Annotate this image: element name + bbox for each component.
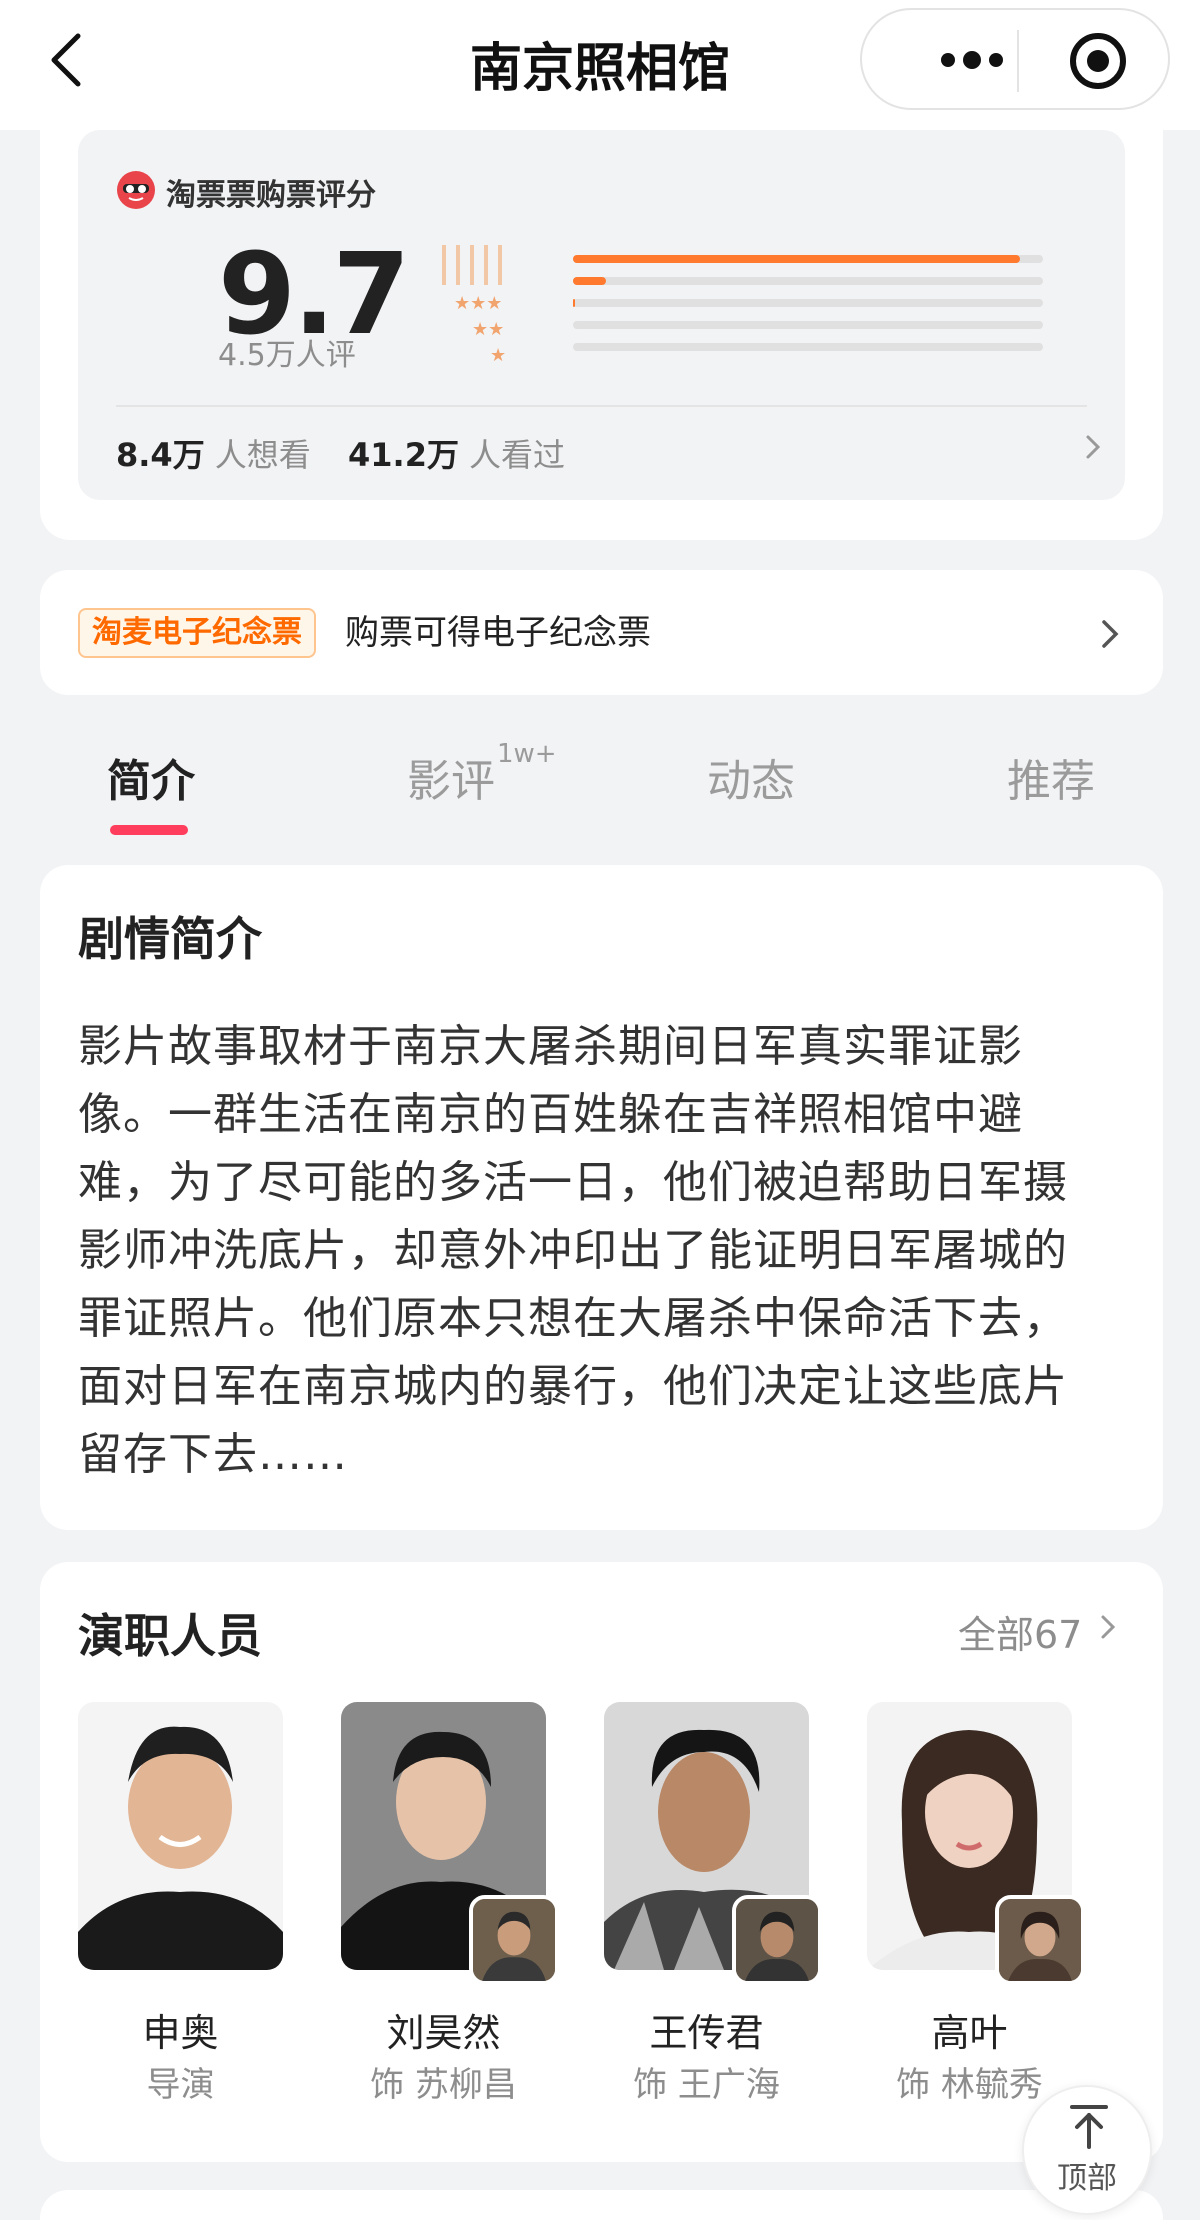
active-tab-indicator [110, 825, 188, 835]
synopsis-line: 影师冲洗底片，却意外冲印出了能证明日军屠城的 [78, 1225, 1068, 1276]
tab-recommend-label: 推荐 [1007, 756, 1095, 807]
rating-bar [573, 277, 1043, 285]
next-section-card [40, 2190, 1163, 2220]
synopsis-line: 像。一群生活在南京的百姓躲在吉祥照相馆中避 [78, 1089, 1023, 1140]
seen-label: 人看过 [468, 436, 565, 474]
tab-reviews-label: 影评 [407, 756, 495, 807]
rating-bar [573, 299, 1043, 307]
synopsis-card: 剧情简介 影片故事取材于南京大屠杀期间日军真实罪证影 像。一群生活在南京的百姓躲… [40, 865, 1163, 1530]
cast-member[interactable]: 申奥 导演 [78, 1702, 283, 2105]
cast-role: 饰 苏柳昌 [370, 2065, 517, 2105]
synopsis-line: 罪证照片。他们原本只想在大屠杀中保命活下去， [78, 1293, 1068, 1344]
tab-news-label: 动态 [707, 756, 795, 807]
cast-role: 导演 [146, 2065, 215, 2105]
rating-bar [573, 343, 1043, 351]
target-circle-icon[interactable] [1067, 30, 1129, 92]
cast-member[interactable]: 高叶 饰 林毓秀 [867, 1702, 1085, 2105]
character-thumbnail [732, 1895, 822, 1985]
rating-bar-fill [573, 299, 576, 307]
synopsis-line: 面对日军在南京城内的暴行，他们决定让这些底片 [78, 1361, 1068, 1412]
rating-card: 淘票票购票评分 9.7 4.5万人评 ★★★ ★★ ★ 8.4万 人想看 41.2… [40, 80, 1163, 540]
synopsis-line: 留存下去…… [78, 1429, 348, 1480]
rating-count: 4.5万人评 [218, 338, 356, 373]
want-count: 8.4万 [116, 436, 205, 474]
cast-name: 刘昊然 [386, 2011, 501, 2055]
cast-name: 王传君 [649, 2011, 764, 2055]
cast-role: 饰 王广海 [633, 2065, 780, 2105]
rating-panel[interactable]: 淘票票购票评分 9.7 4.5万人评 ★★★ ★★ ★ 8.4万 人想看 41.2… [78, 130, 1125, 500]
seen-stat: 41.2万 人看过 [348, 430, 565, 476]
chevron-right-icon[interactable] [1078, 430, 1108, 464]
character-thumbnail [995, 1895, 1085, 1985]
souvenir-ticket-banner[interactable]: 淘麦电子纪念票 购票可得电子纪念票 [40, 570, 1163, 695]
cast-name: 高叶 [931, 2011, 1008, 2055]
rating-distribution [573, 255, 1043, 365]
taopiaopiao-logo-icon [117, 171, 155, 209]
star-level-icon: ★★★ ★★ ★ [442, 245, 506, 366]
synopsis-line: 影片故事取材于南京大屠杀期间日军真实罪证影 [78, 1021, 1023, 1072]
tab-reviews[interactable]: 影评1w+ [407, 739, 557, 809]
want-label: 人想看 [214, 436, 311, 474]
want-to-see-stat: 8.4万 人想看 [116, 430, 311, 476]
arrow-up-icon [1070, 2105, 1108, 2149]
synopsis-body: 影片故事取材于南京大屠杀期间日军真实罪证影 像。一群生活在南京的百姓躲在吉祥照相… [78, 1013, 1128, 1489]
svg-text:★★: ★★ [472, 319, 504, 340]
nav-header: 南京照相馆 [0, 0, 1200, 130]
cast-name: 申奥 [142, 2011, 219, 2055]
rating-bar-fill [573, 277, 606, 285]
svg-text:★: ★ [490, 345, 506, 366]
rating-bar [573, 321, 1043, 329]
rating-source-label: 淘票票购票评分 [166, 178, 376, 213]
back-to-top-label: 顶部 [1057, 2161, 1117, 2196]
tab-recommend[interactable]: 推荐 [1007, 745, 1095, 809]
rating-bar-fill [573, 255, 1020, 263]
detail-tabs: 简介 影评1w+ 动态 推荐 [0, 735, 1200, 845]
cast-card: 演职人员 全部67 申奥 导演 刘昊然 饰 苏柳昌 王传君 饰 王广海 高叶 饰… [40, 1562, 1163, 2162]
tab-reviews-count: 1w+ [497, 739, 557, 769]
synopsis-line: 难，为了尽可能的多活一日，他们被迫帮助日军摄 [78, 1157, 1068, 1208]
miniapp-capsule [860, 8, 1170, 110]
rating-divider [116, 405, 1087, 407]
character-thumbnail [469, 1895, 559, 1985]
chevron-right-icon[interactable] [1095, 614, 1125, 654]
cast-all-link[interactable]: 全部67 [958, 1604, 1082, 1659]
souvenir-text: 购票可得电子纪念票 [345, 613, 651, 653]
more-dots-icon[interactable] [912, 32, 1032, 88]
synopsis-title: 剧情简介 [78, 912, 262, 966]
cast-member[interactable]: 王传君 饰 王广海 [604, 1702, 822, 2105]
cast-role: 饰 林毓秀 [896, 2065, 1043, 2105]
tab-intro-label: 简介 [107, 756, 195, 807]
cast-portrait [78, 1702, 283, 1970]
rating-bar [573, 255, 1043, 263]
tab-news[interactable]: 动态 [707, 745, 795, 809]
back-to-top-button[interactable]: 顶部 [1022, 2085, 1152, 2215]
svg-text:★★★: ★★★ [454, 293, 502, 314]
tab-intro[interactable]: 简介 [107, 745, 195, 809]
seen-count: 41.2万 [348, 436, 459, 474]
souvenir-badge: 淘麦电子纪念票 [78, 608, 316, 658]
cast-member[interactable]: 刘昊然 饰 苏柳昌 [341, 1702, 559, 2105]
capsule-divider [1017, 30, 1019, 92]
chevron-right-icon[interactable] [1095, 1610, 1121, 1644]
cast-title: 演职人员 [78, 1609, 262, 1663]
